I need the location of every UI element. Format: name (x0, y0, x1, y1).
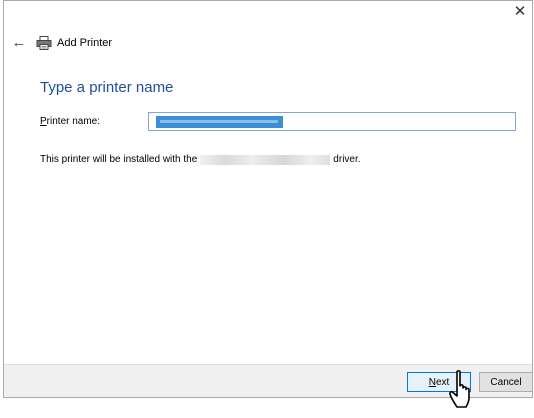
printer-icon (36, 36, 52, 50)
add-printer-dialog: ✕ ← Add Printer Type a printer name Prin… (3, 0, 533, 398)
next-accesskey: N (428, 376, 436, 388)
driver-name-redacted (200, 154, 331, 165)
back-arrow-icon[interactable]: ← (10, 31, 28, 55)
printer-name-value-redacted (156, 116, 283, 128)
title-bar: ← Add Printer (4, 31, 304, 55)
printer-name-label: Printer name: (40, 116, 100, 127)
printer-name-label-text: rinter name: (46, 116, 101, 127)
window-title: Add Printer (57, 37, 113, 49)
page-heading: Type a printer name (40, 79, 174, 96)
close-icon[interactable]: ✕ (508, 1, 532, 25)
install-info-text: This printer will be installed with the … (40, 154, 361, 165)
install-info-prefix: This printer will be installed with the (40, 154, 198, 165)
printer-name-accesskey: P (40, 116, 47, 127)
install-info-suffix: driver. (333, 154, 361, 165)
mouse-pointer-icon (449, 370, 470, 408)
cancel-button[interactable]: Cancel (479, 372, 533, 392)
printer-name-input[interactable] (148, 112, 516, 131)
